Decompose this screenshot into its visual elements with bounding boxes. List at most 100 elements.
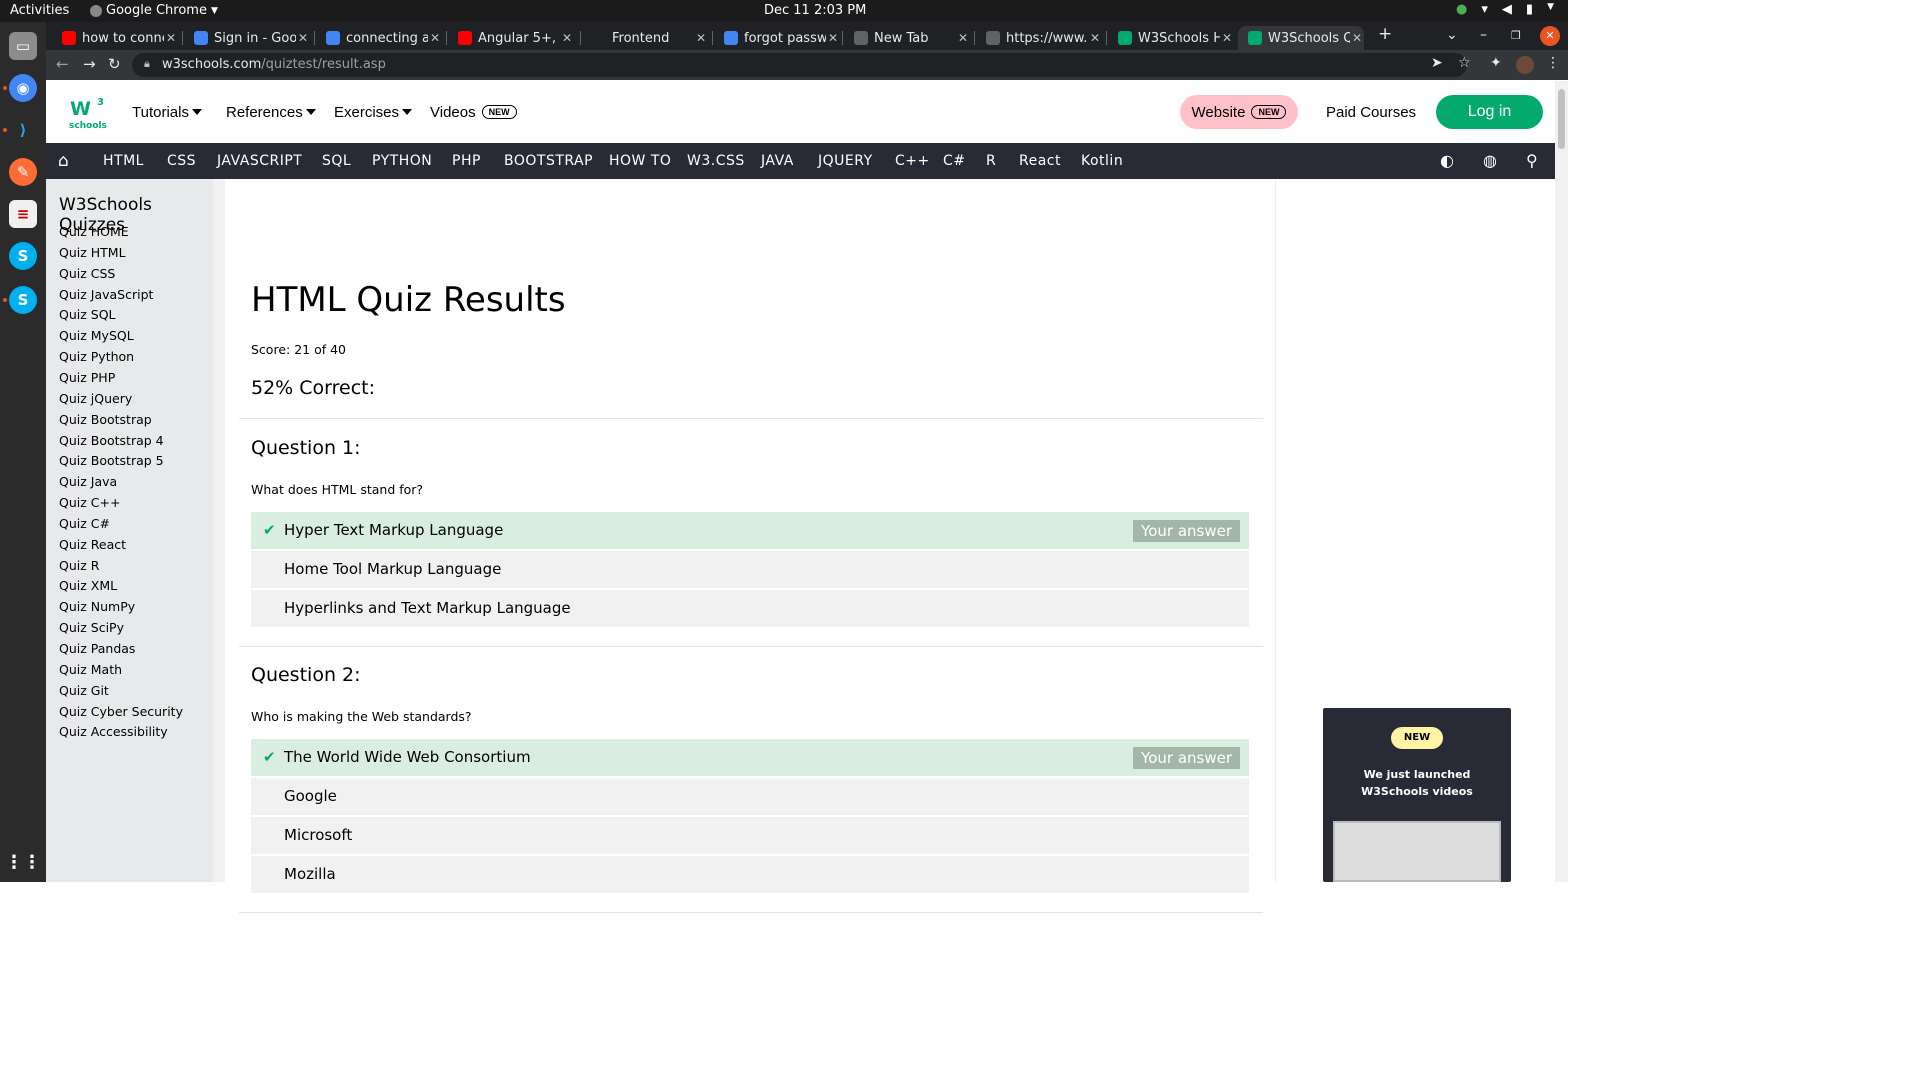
sidebar-item[interactable]: Quiz MySQL xyxy=(59,328,134,343)
sidebar-item[interactable]: Quiz Pandas xyxy=(59,641,135,656)
sidebar-item[interactable]: Quiz Python xyxy=(59,349,134,364)
postman-icon[interactable]: ✎ xyxy=(9,158,37,186)
topnav-w3-css[interactable]: W3.CSS xyxy=(687,153,745,169)
paid-courses-link[interactable]: Paid Courses xyxy=(1326,104,1416,121)
sidebar-item[interactable]: Quiz Bootstrap 5 xyxy=(59,453,164,468)
answer-option[interactable]: Home Tool Markup Language xyxy=(251,551,1249,589)
browser-tab[interactable]: Frontend ✕ xyxy=(582,26,708,50)
page-scrollbar[interactable] xyxy=(1555,81,1568,882)
sidebar-item[interactable]: Quiz Cyber Security xyxy=(59,704,183,719)
answer-option[interactable]: Google xyxy=(251,778,1249,816)
sidebar-item[interactable]: Quiz HTML xyxy=(59,245,126,260)
activities-button[interactable]: Activities xyxy=(10,3,69,18)
sidebar-item[interactable]: Quiz Java xyxy=(59,474,117,489)
browser-tab[interactable]: Sign in - Googl✕ xyxy=(184,26,310,50)
browser-tab[interactable]: W3Schools HT✕ xyxy=(1108,26,1234,50)
skype-icon[interactable]: S xyxy=(9,286,37,314)
sidebar-scrollbar[interactable] xyxy=(213,179,225,882)
address-bar[interactable]: 🔒︎ w3schools.com/quiztest/result.asp xyxy=(132,53,1467,77)
answer-option[interactable]: Microsoft xyxy=(251,817,1249,855)
login-button[interactable]: Log in xyxy=(1436,95,1543,129)
sidebar-item[interactable]: Quiz Git xyxy=(59,683,109,698)
sidebar-item[interactable]: Quiz jQuery xyxy=(59,391,132,406)
extensions-icon[interactable]: ✦ xyxy=(1490,55,1502,71)
close-icon[interactable]: ✕ xyxy=(826,31,840,45)
close-icon[interactable]: ✕ xyxy=(1350,31,1364,45)
sidebar-item[interactable]: Quiz PHP xyxy=(59,370,115,385)
maximize-icon[interactable]: ❐ xyxy=(1511,29,1521,42)
minimize-icon[interactable]: – xyxy=(1480,27,1487,43)
browser-tab[interactable]: New Tab ✕ xyxy=(844,26,970,50)
back-icon[interactable]: ← xyxy=(56,55,69,73)
nav-references[interactable]: References xyxy=(226,104,316,121)
globe-icon[interactable]: ◍ xyxy=(1483,151,1497,170)
topnav-javascript[interactable]: JAVASCRIPT xyxy=(217,153,302,169)
video-thumbnail[interactable] xyxy=(1333,821,1501,882)
reload-icon[interactable]: ↻ xyxy=(108,55,121,73)
vscode-icon[interactable]: ⟩ xyxy=(9,116,37,144)
window-close-icon[interactable]: ✕ xyxy=(1540,26,1560,46)
sidebar-item[interactable]: Quiz R xyxy=(59,558,99,573)
topnav-kotlin[interactable]: Kotlin xyxy=(1081,153,1123,169)
browser-tab[interactable]: forgot passw ✕ xyxy=(714,26,840,50)
close-icon[interactable]: ✕ xyxy=(164,31,178,45)
topnav-python[interactable]: PYTHON xyxy=(372,153,432,169)
browser-tab[interactable]: Angular 5+, N✕ xyxy=(448,26,574,50)
video-promo-card[interactable]: NEW We just launched W3Schools videos xyxy=(1323,708,1511,882)
topnav-jquery[interactable]: JQUERY xyxy=(818,153,873,169)
text-editor-icon[interactable]: ≡ xyxy=(9,200,37,228)
sidebar-item[interactable]: Quiz Accessibility xyxy=(59,724,168,739)
topnav-html[interactable]: HTML xyxy=(103,153,144,169)
close-icon[interactable]: ✕ xyxy=(1088,31,1102,45)
answer-option[interactable]: Hyperlinks and Text Markup Language xyxy=(251,590,1249,628)
search-icon[interactable]: ⚲ xyxy=(1526,151,1538,170)
theme-toggle-icon[interactable]: ◐ xyxy=(1440,151,1454,170)
files-icon[interactable]: ▭ xyxy=(9,32,37,60)
topnav-ccpp[interactable]: C++ xyxy=(895,153,930,169)
answer-option-correct[interactable]: ✔ The World Wide Web Consortium Your answe… xyxy=(251,739,1249,777)
close-icon[interactable]: ✕ xyxy=(694,31,708,45)
topnav-r[interactable]: R xyxy=(986,153,996,169)
answer-option[interactable]: Mozilla xyxy=(251,856,1249,894)
answer-option-correct[interactable]: ✔ Hyper Text Markup Language Your answer xyxy=(251,512,1249,550)
topnav-react[interactable]: React xyxy=(1019,153,1061,169)
nav-videos[interactable]: Videos NEW xyxy=(430,104,517,121)
topnav-bootstrap[interactable]: BOOTSTRAP xyxy=(504,153,593,169)
sidebar-item[interactable]: Quiz Bootstrap xyxy=(59,412,152,427)
app-menu[interactable]: Google Chrome ▼ xyxy=(90,3,218,18)
sidebar-item[interactable]: Quiz C++ xyxy=(59,495,120,510)
menu-dots-icon[interactable]: ⋮ xyxy=(1546,55,1560,71)
sidebar-item[interactable]: Quiz HOME xyxy=(59,224,129,239)
browser-tab[interactable]: how to conne ✕ xyxy=(52,26,178,50)
sidebar-item[interactable]: Quiz Bootstrap 4 xyxy=(59,433,164,448)
close-icon[interactable]: ✕ xyxy=(560,31,574,45)
clock[interactable]: Dec 11 2:03 PM xyxy=(764,3,866,18)
browser-tab[interactable]: connecting an✕ xyxy=(316,26,442,50)
topnav-sql[interactable]: SQL xyxy=(322,153,351,169)
sidebar-item[interactable]: Quiz XML xyxy=(59,578,117,593)
home-icon[interactable]: ⌂ xyxy=(58,151,69,171)
sidebar-item[interactable]: Quiz React xyxy=(59,537,126,552)
send-icon[interactable]: ➤ xyxy=(1431,55,1443,71)
sidebar-item[interactable]: Quiz SQL xyxy=(59,307,116,322)
skype-icon[interactable]: S xyxy=(9,242,37,270)
close-icon[interactable]: ✕ xyxy=(296,31,310,45)
topnav-ccsharp[interactable]: C# xyxy=(943,153,966,169)
sidebar-item[interactable]: Quiz CSS xyxy=(59,266,115,281)
browser-tab[interactable]: https://www. ✕ xyxy=(976,26,1102,50)
browser-tab[interactable]: W3Schools Qu✕ xyxy=(1238,26,1364,50)
close-icon[interactable]: ✕ xyxy=(1220,31,1234,45)
new-tab-icon[interactable]: + xyxy=(1378,24,1392,44)
tab-search-icon[interactable]: ⌄ xyxy=(1446,27,1458,43)
website-button[interactable]: Website NEW xyxy=(1180,95,1298,129)
sidebar-item[interactable]: Quiz JavaScript xyxy=(59,287,153,302)
bookmark-star-icon[interactable]: ☆ xyxy=(1458,55,1471,71)
sidebar-item[interactable]: Quiz NumPy xyxy=(59,599,135,614)
scrollbar-thumb[interactable] xyxy=(1558,89,1565,149)
forward-icon[interactable]: → xyxy=(83,55,96,73)
sidebar-item[interactable]: Quiz SciPy xyxy=(59,620,124,635)
chrome-icon[interactable]: ◉ xyxy=(9,74,37,102)
sidebar-item[interactable]: Quiz C# xyxy=(59,516,110,531)
close-icon[interactable]: ✕ xyxy=(428,31,442,45)
close-icon[interactable]: ✕ xyxy=(956,31,970,45)
